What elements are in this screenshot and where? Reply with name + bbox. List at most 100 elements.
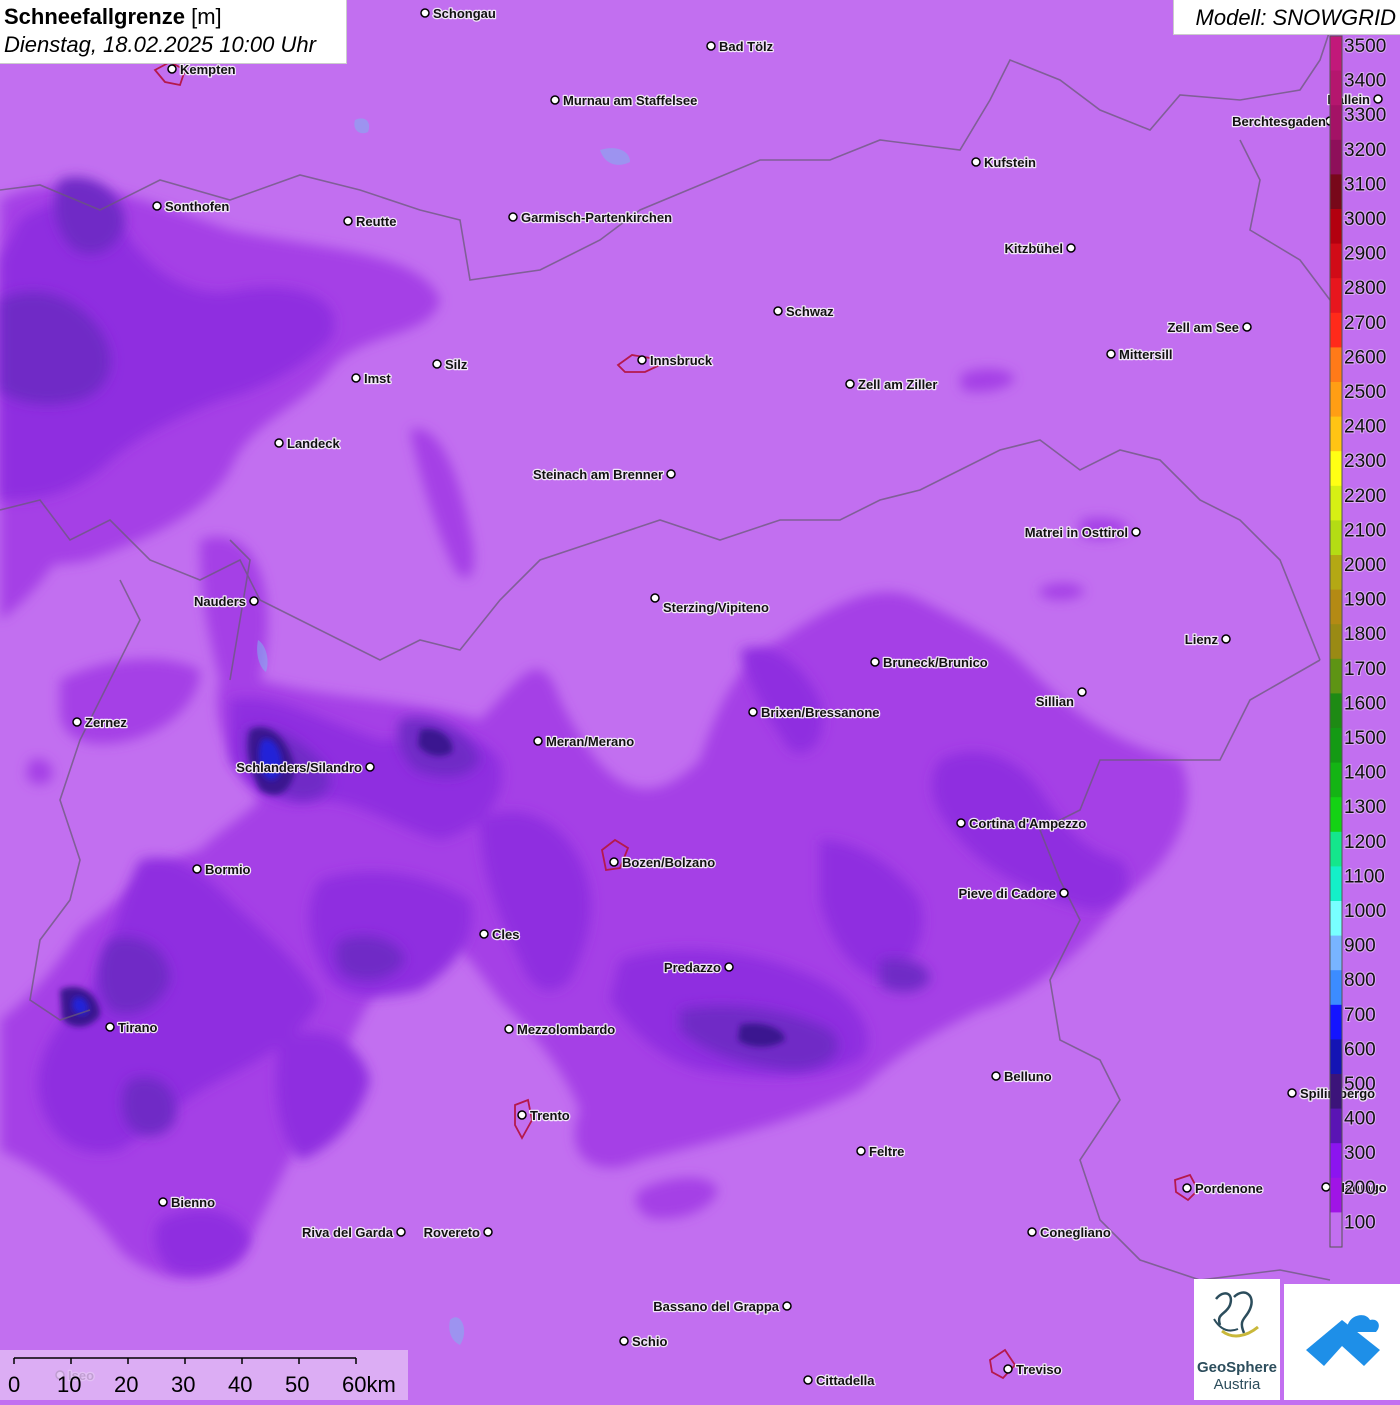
legend-swatch — [1330, 797, 1342, 833]
legend-label: 1200 — [1344, 832, 1386, 853]
city-label: Cortina d'Ampezzo — [969, 816, 1086, 831]
city-label: Zell am Ziller — [858, 377, 937, 392]
legend-swatch — [1330, 935, 1342, 971]
city-zell-am-see: Zell am See — [1166, 319, 1252, 336]
city-meran-merano: Meran/Merano — [533, 733, 635, 750]
city-dot — [1003, 1364, 1013, 1374]
scale-label: 60km — [342, 1372, 396, 1397]
city-label: Predazzo — [664, 960, 721, 975]
legend-swatch — [1330, 658, 1342, 694]
city-dot — [724, 962, 734, 972]
city-bassano-del-grappa: Bassano del Grappa — [652, 1298, 792, 1315]
city-dot — [856, 1146, 866, 1156]
legend-swatch — [1330, 831, 1342, 867]
legend-label: 500 — [1344, 1074, 1376, 1095]
city-label: Sterzing/Vipiteno — [663, 600, 769, 615]
scale-label: 10 — [57, 1372, 81, 1397]
legend-label: 1500 — [1344, 728, 1386, 749]
legend-label: 3500 — [1344, 36, 1386, 57]
legend-swatch — [1330, 70, 1342, 106]
legend-swatch — [1330, 1108, 1342, 1144]
legend-swatch — [1330, 36, 1342, 72]
legend-label: 2100 — [1344, 520, 1386, 541]
city-label: Silz — [445, 357, 468, 372]
city-mezzolombardo: Mezzolombardo — [504, 1021, 617, 1038]
city-zell-am-ziller: Zell am Ziller — [845, 376, 939, 393]
city-dot — [533, 736, 543, 746]
city-dot — [1221, 634, 1231, 644]
city-dot — [396, 1227, 406, 1237]
city-label: Berchtesgaden — [1232, 114, 1326, 129]
city-label: Bad Tölz — [719, 39, 774, 54]
legend-swatch — [1330, 1039, 1342, 1075]
city-label: Schlanders/Silandro — [236, 760, 362, 775]
legend-swatch — [1330, 416, 1342, 452]
legend-label: 2500 — [1344, 382, 1386, 403]
city-dot — [609, 857, 619, 867]
app-logo[interactable] — [1284, 1284, 1400, 1400]
city-label: Bozen/Bolzano — [622, 855, 715, 870]
model-panel: Modell: SNOWGRID — [1173, 0, 1400, 35]
city-dot — [1106, 349, 1116, 359]
city-dot — [167, 64, 177, 74]
city-label: Schio — [632, 1334, 667, 1349]
city-label: Rovereto — [424, 1225, 480, 1240]
city-dot — [343, 216, 353, 226]
city-label: Schwaz — [786, 304, 834, 319]
city-dot — [666, 469, 676, 479]
city-label: Treviso — [1016, 1362, 1062, 1377]
city-label: Imst — [364, 371, 391, 386]
city-innsbruck: Innsbruck — [637, 352, 714, 369]
city-dot — [152, 201, 162, 211]
city-label: Sillian — [1036, 694, 1074, 709]
legend-label: 200 — [1344, 1178, 1376, 1199]
city-dot — [72, 717, 82, 727]
city-dot — [517, 1110, 527, 1120]
legend-swatch — [1330, 555, 1342, 591]
scale-label: 30 — [171, 1372, 195, 1397]
legend-label: 100 — [1344, 1212, 1376, 1233]
city-murnau-am-staffelsee: Murnau am Staffelsee — [550, 92, 699, 109]
city-label: Meran/Merano — [546, 734, 634, 749]
legend-label: 3100 — [1344, 174, 1386, 195]
city-dot — [971, 157, 981, 167]
scale-label: 50 — [285, 1372, 309, 1397]
city-dot — [550, 95, 560, 105]
city-dot — [479, 929, 489, 939]
map-title-unit: [m] — [191, 4, 222, 29]
legend-label: 1000 — [1344, 901, 1386, 922]
snowfall-map[interactable]: Schongau Bad Tölz Kempten Murnau am Staffel… — [0, 0, 1400, 1400]
legend-swatch — [1330, 139, 1342, 175]
legend-label: 3200 — [1344, 140, 1386, 161]
city-bruneck-brunico: Bruneck/Brunico — [870, 654, 989, 671]
city-dot — [1182, 1183, 1192, 1193]
legend-swatch — [1330, 105, 1342, 141]
city-dot — [1242, 322, 1252, 332]
city-dot — [1321, 1182, 1331, 1192]
geosphere-logo: GeoSphere Austria — [1194, 1279, 1280, 1400]
city-label: Pieve di Cadore — [958, 886, 1056, 901]
city-dot — [845, 379, 855, 389]
city-label: Schongau — [433, 6, 496, 21]
city-label: Belluno — [1004, 1069, 1052, 1084]
legend-swatch — [1330, 970, 1342, 1006]
legend-swatch — [1330, 1004, 1342, 1040]
legend-label: 800 — [1344, 970, 1376, 991]
city-dot — [158, 1197, 168, 1207]
city-dot — [420, 8, 430, 18]
city-dot — [1059, 888, 1069, 898]
city-label: Bormio — [205, 862, 251, 877]
legend-swatch — [1330, 174, 1342, 210]
legend-label: 700 — [1344, 1005, 1376, 1026]
legend-swatch — [1330, 624, 1342, 660]
city-label: Bruneck/Brunico — [883, 655, 988, 670]
legend-swatch — [1330, 589, 1342, 625]
city-label: Feltre — [869, 1144, 904, 1159]
city-label: Mezzolombardo — [517, 1022, 615, 1037]
city-dot — [1066, 243, 1076, 253]
legend-swatch — [1330, 1143, 1342, 1179]
city-cortina-d-ampezzo: Cortina d'Ampezzo — [956, 815, 1088, 832]
city-pordenone: Pordenone — [1182, 1180, 1264, 1197]
legend-swatch — [1330, 347, 1342, 383]
city-label: Bienno — [171, 1195, 215, 1210]
